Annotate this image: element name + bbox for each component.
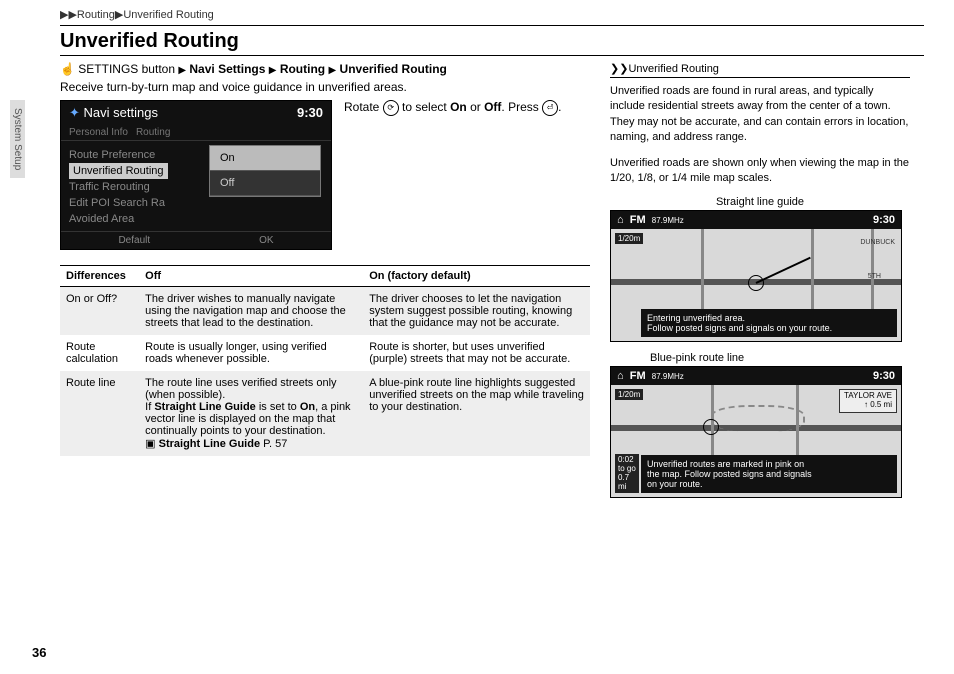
map-clock: 9:30 xyxy=(873,370,895,382)
breadcrumb: ▶▶Routing▶Unverified Routing xyxy=(60,8,924,26)
cell: Route calculation xyxy=(60,335,139,371)
cell: The driver wishes to manually navigate u… xyxy=(139,287,363,336)
popup-on: On xyxy=(210,146,320,171)
dial-icon: ⟳ xyxy=(383,100,399,116)
map-label: 5TH xyxy=(868,273,881,280)
sidebar-para1: Unverified roads are found in rural area… xyxy=(610,84,910,146)
path-seg2: Routing xyxy=(280,62,325,76)
map-screen-1: ⌂ FM 87.9MHz 9:30 1/20m DUNBUCK 5TH Ente… xyxy=(610,210,902,342)
cell: A blue-pink route line highlights sugges… xyxy=(363,371,590,456)
map-clock: 9:30 xyxy=(873,214,895,226)
book-icon: ▣ xyxy=(145,438,155,450)
map-screen-2: ⌂ FM 87.9MHz 9:30 1/20m TAYLOR AVE↑ 0.5 … xyxy=(610,366,902,498)
navi-popup: On Off xyxy=(209,145,321,197)
map-cursor-icon xyxy=(748,275,764,291)
table-row: On or Off? The driver wishes to manually… xyxy=(60,287,590,336)
map-overlay-text: Entering unverified area.Follow posted s… xyxy=(641,309,897,337)
map-cursor-icon xyxy=(703,419,719,435)
table-row: Route calculation Route is usually longe… xyxy=(60,335,590,371)
navi-item: Edit POI Search Ra xyxy=(69,195,323,211)
navi-clock: 9:30 xyxy=(297,105,323,121)
th-on: On (factory default) xyxy=(363,266,590,287)
breadcrumb-sub: Unverified Routing xyxy=(123,9,214,21)
cell: The driver chooses to let the navigation… xyxy=(363,287,590,336)
cell: Route line xyxy=(60,371,139,456)
breadcrumb-section: Routing xyxy=(77,9,115,21)
path-seg3: Unverified Routing xyxy=(340,62,447,76)
cell: Route is usually longer, using verified … xyxy=(139,335,363,371)
caption-straight-line: Straight line guide xyxy=(610,196,910,208)
navi-settings-screen: ✦ Navi settings 9:30 Personal Info Routi… xyxy=(60,100,332,250)
nav-path: ☝ SETTINGS button ▶ Navi Settings ▶ Rout… xyxy=(60,62,590,76)
navi-tab-personal: Personal Info xyxy=(69,127,128,138)
marker-icon: ❯❯ xyxy=(610,63,628,75)
enter-icon: ⏎ xyxy=(542,100,558,116)
page-title: Unverified Routing xyxy=(60,30,924,56)
description: Receive turn-by-turn map and voice guida… xyxy=(60,80,590,94)
th-diff: Differences xyxy=(60,266,139,287)
caption-blue-pink: Blue-pink route line xyxy=(610,352,910,364)
navi-item-selected: Unverified Routing xyxy=(69,163,168,179)
side-tab: System Setup xyxy=(10,100,25,178)
hand-icon: ☝ xyxy=(60,62,75,76)
path-seg1: Navi Settings xyxy=(189,62,265,76)
table-row: Route line The route line uses verified … xyxy=(60,371,590,456)
map-overlay-text: Unverified routes are marked in pink ont… xyxy=(641,455,897,493)
cell: The route line uses verified streets onl… xyxy=(139,371,363,456)
navi-foot-default: Default xyxy=(118,235,150,246)
sidebar-para2: Unverified roads are shown only when vie… xyxy=(610,156,910,187)
map-label: DUNBUCK xyxy=(860,239,895,246)
sidebar-head: ❯❯Unverified Routing xyxy=(610,62,910,78)
navi-tab-routing: Routing xyxy=(136,127,170,138)
rotate-instruction: Rotate ⟳ to select On or Off. Press ⏎. xyxy=(344,100,590,116)
cell: Route is shorter, but uses unverified (p… xyxy=(363,335,590,371)
navi-title: Navi settings xyxy=(84,105,158,120)
path-prefix: SETTINGS button xyxy=(78,62,175,76)
page-number: 36 xyxy=(32,645,46,660)
navi-item: Avoided Area xyxy=(69,211,323,227)
th-off: Off xyxy=(139,266,363,287)
cell: On or Off? xyxy=(60,287,139,336)
navi-foot-ok: OK xyxy=(259,235,273,246)
popup-off: Off xyxy=(210,171,320,196)
differences-table: Differences Off On (factory default) On … xyxy=(60,265,590,456)
